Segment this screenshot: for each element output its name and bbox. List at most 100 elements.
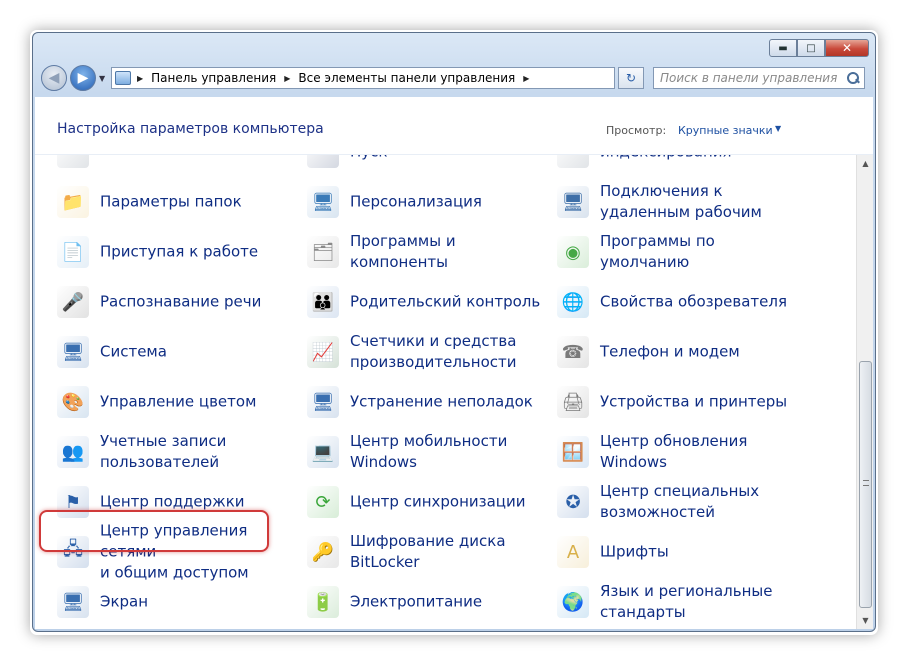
item-label: Центр обновления Windows — [600, 432, 748, 471]
parental-control-icon: 👪 — [307, 286, 339, 318]
control-panel-item[interactable]: 🌐 Свойства обозревателя — [555, 277, 800, 327]
close-button[interactable]: ✕ — [825, 39, 869, 57]
item-label: Центр специальных возможностей — [600, 482, 760, 521]
control-panel-item[interactable]: 🗂 Программы и компоненты — [305, 227, 550, 277]
maximize-button[interactable]: □ — [797, 39, 825, 57]
vertical-scrollbar[interactable]: ▲ ▼ — [856, 155, 873, 629]
item-label: Персонализация — [350, 192, 482, 211]
page-title: Настройка параметров компьютера — [57, 121, 324, 137]
taskbar-icon — [307, 155, 339, 168]
troubleshooting-icon: 🖥 — [307, 386, 339, 418]
control-panel-item[interactable]: Пуск — [305, 155, 550, 177]
search-input[interactable]: Поиск в панели управления — [653, 67, 865, 89]
control-panel-item[interactable]: ⚑ Центр поддержки — [55, 477, 300, 527]
item-label: Шифрование диска BitLocker — [350, 532, 506, 571]
scroll-down-icon[interactable]: ▼ — [857, 612, 873, 629]
user-accounts-icon: 👥 — [57, 436, 89, 468]
item-label: Центр поддержки — [100, 492, 245, 511]
grip-icon — [863, 480, 869, 486]
forward-button[interactable]: ▶ — [70, 65, 96, 91]
chevron-right-icon[interactable]: ▶ — [284, 74, 290, 83]
item-label: Электропитание — [350, 592, 483, 611]
fonts-icon: A — [557, 536, 589, 568]
item-label: Параметры папок — [100, 192, 242, 211]
folder-options-icon: 📁 — [57, 186, 89, 218]
power-options-icon: 🔋 — [307, 586, 339, 618]
control-panel-item[interactable]: 🔋 Электропитание — [305, 577, 550, 627]
search-icon[interactable] — [846, 71, 860, 85]
items-grid: Пуск индексирования 📁 Параметры папок 🖥 Персо… — [35, 155, 855, 629]
color-management-icon: 🎨 — [57, 386, 89, 418]
network-center-icon: 🖧 — [57, 536, 89, 568]
control-panel-item[interactable]: ◉ Программы по умолчанию — [555, 227, 800, 277]
chevron-down-icon[interactable]: ▼ — [775, 124, 781, 133]
indexing-icon — [557, 155, 589, 168]
address-bar[interactable]: ▶ Панель управления ▶ Все элементы панел… — [111, 67, 615, 89]
control-panel-item[interactable]: 👥 Учетные записи пользователей — [55, 427, 300, 477]
control-panel-item[interactable]: 📁 Параметры папок — [55, 177, 300, 227]
content-header: Настройка параметров компьютера Просмотр… — [35, 97, 873, 155]
remote-desktop-icon: 🖥 — [557, 186, 589, 218]
item-label: Язык и региональные стандарты — [600, 582, 773, 621]
scrollbar-thumb[interactable] — [859, 361, 872, 608]
item-label: Родительский контроль — [350, 292, 541, 311]
view-mode-dropdown[interactable]: Крупные значки — [678, 124, 773, 137]
microphone-icon: 🎤 — [57, 286, 89, 318]
item-label: Устройства и принтеры — [600, 392, 788, 411]
recent-pages-dropdown[interactable]: ▼ — [99, 74, 105, 83]
minimize-button[interactable]: ▬ — [769, 39, 797, 57]
system-icon: 🖥 — [57, 336, 89, 368]
control-panel-item[interactable]: 🖨 Устройства и принтеры — [555, 377, 800, 427]
back-button[interactable]: ◀ — [41, 65, 67, 91]
control-panel-item[interactable]: ⟳ Центр синхронизации — [305, 477, 550, 527]
control-panel-item[interactable]: 🌍 Язык и региональные стандарты — [555, 577, 800, 627]
control-panel-item[interactable]: 🖥 Устранение неполадок — [305, 377, 550, 427]
control-panel-item[interactable]: 🖧 Центр управления сетями и общим доступо… — [55, 522, 300, 582]
control-panel-item[interactable]: ☎ Телефон и модем — [555, 327, 800, 377]
display-icon: 🖥 — [57, 586, 89, 618]
item-label: Устранение неполадок — [350, 392, 533, 411]
internet-options-icon: 🌐 — [557, 286, 589, 318]
control-panel-item[interactable]: ✪ Центр специальных возможностей — [555, 477, 800, 527]
control-panel-item[interactable]: 💻 Центр мобильности Windows — [305, 427, 550, 477]
region-language-icon: 🌍 — [557, 586, 589, 618]
item-label: Шрифты — [600, 542, 669, 561]
item-label: Приступая к работе — [100, 242, 259, 261]
control-panel-item[interactable]: 📄 Приступая к работе — [55, 227, 300, 277]
default-programs-icon: ◉ — [557, 236, 589, 268]
control-panel-item[interactable]: 🎨 Управление цветом — [55, 377, 300, 427]
refresh-button[interactable]: ↻ — [618, 67, 644, 89]
chevron-right-icon[interactable]: ▶ — [523, 74, 529, 83]
breadcrumb-all-items[interactable]: Все элементы панели управления — [298, 71, 515, 85]
item-label: Экран — [100, 592, 149, 611]
control-panel-item[interactable]: 🔑 Шифрование диска BitLocker — [305, 527, 550, 577]
chevron-right-icon[interactable]: ▶ — [137, 74, 143, 83]
title-bar[interactable]: ▬ □ ✕ — [33, 33, 875, 61]
control-panel-item[interactable]: 🖥 Система — [55, 327, 300, 377]
control-panel-item[interactable]: A Шрифты — [555, 527, 800, 577]
scroll-up-icon[interactable]: ▲ — [857, 155, 873, 172]
control-panel-item[interactable]: 📈 Счетчики и средства производительности — [305, 327, 550, 377]
breadcrumb-control-panel[interactable]: Панель управления — [151, 71, 276, 85]
item-label: Центр управления сетями и общим доступом — [100, 521, 249, 582]
control-panel-item[interactable]: 🖥 Экран — [55, 577, 300, 627]
control-panel-item[interactable]: индексирования — [555, 155, 800, 177]
item-label: Свойства обозревателя — [600, 292, 787, 311]
content-pane: Настройка параметров компьютера Просмотр… — [35, 97, 873, 629]
sync-center-icon: ⟳ — [307, 486, 339, 518]
item-label: Программы и компоненты — [350, 232, 456, 271]
search-placeholder: Поиск в панели управления — [660, 71, 838, 85]
control-panel-item[interactable]: 👪 Родительский контроль — [305, 277, 550, 327]
control-panel-item[interactable] — [55, 155, 300, 177]
control-panel-item[interactable]: 🖥 Персонализация — [305, 177, 550, 227]
programs-icon: 🗂 — [307, 236, 339, 268]
control-panel-item[interactable]: 🪟 Центр обновления Windows — [555, 427, 800, 477]
item-label: Центр синхронизации — [350, 492, 526, 511]
view-label: Просмотр: — [606, 124, 667, 137]
item-label: Управление цветом — [100, 392, 257, 411]
control-panel-item[interactable]: 🖥 Подключения к удаленным рабочим — [555, 177, 800, 227]
control-panel-item[interactable]: 🎤 Распознавание речи — [55, 277, 300, 327]
item-label: Подключения к удаленным рабочим — [600, 182, 762, 221]
item-label: индексирования — [600, 155, 732, 163]
item-label: Программы по умолчанию — [600, 232, 715, 271]
